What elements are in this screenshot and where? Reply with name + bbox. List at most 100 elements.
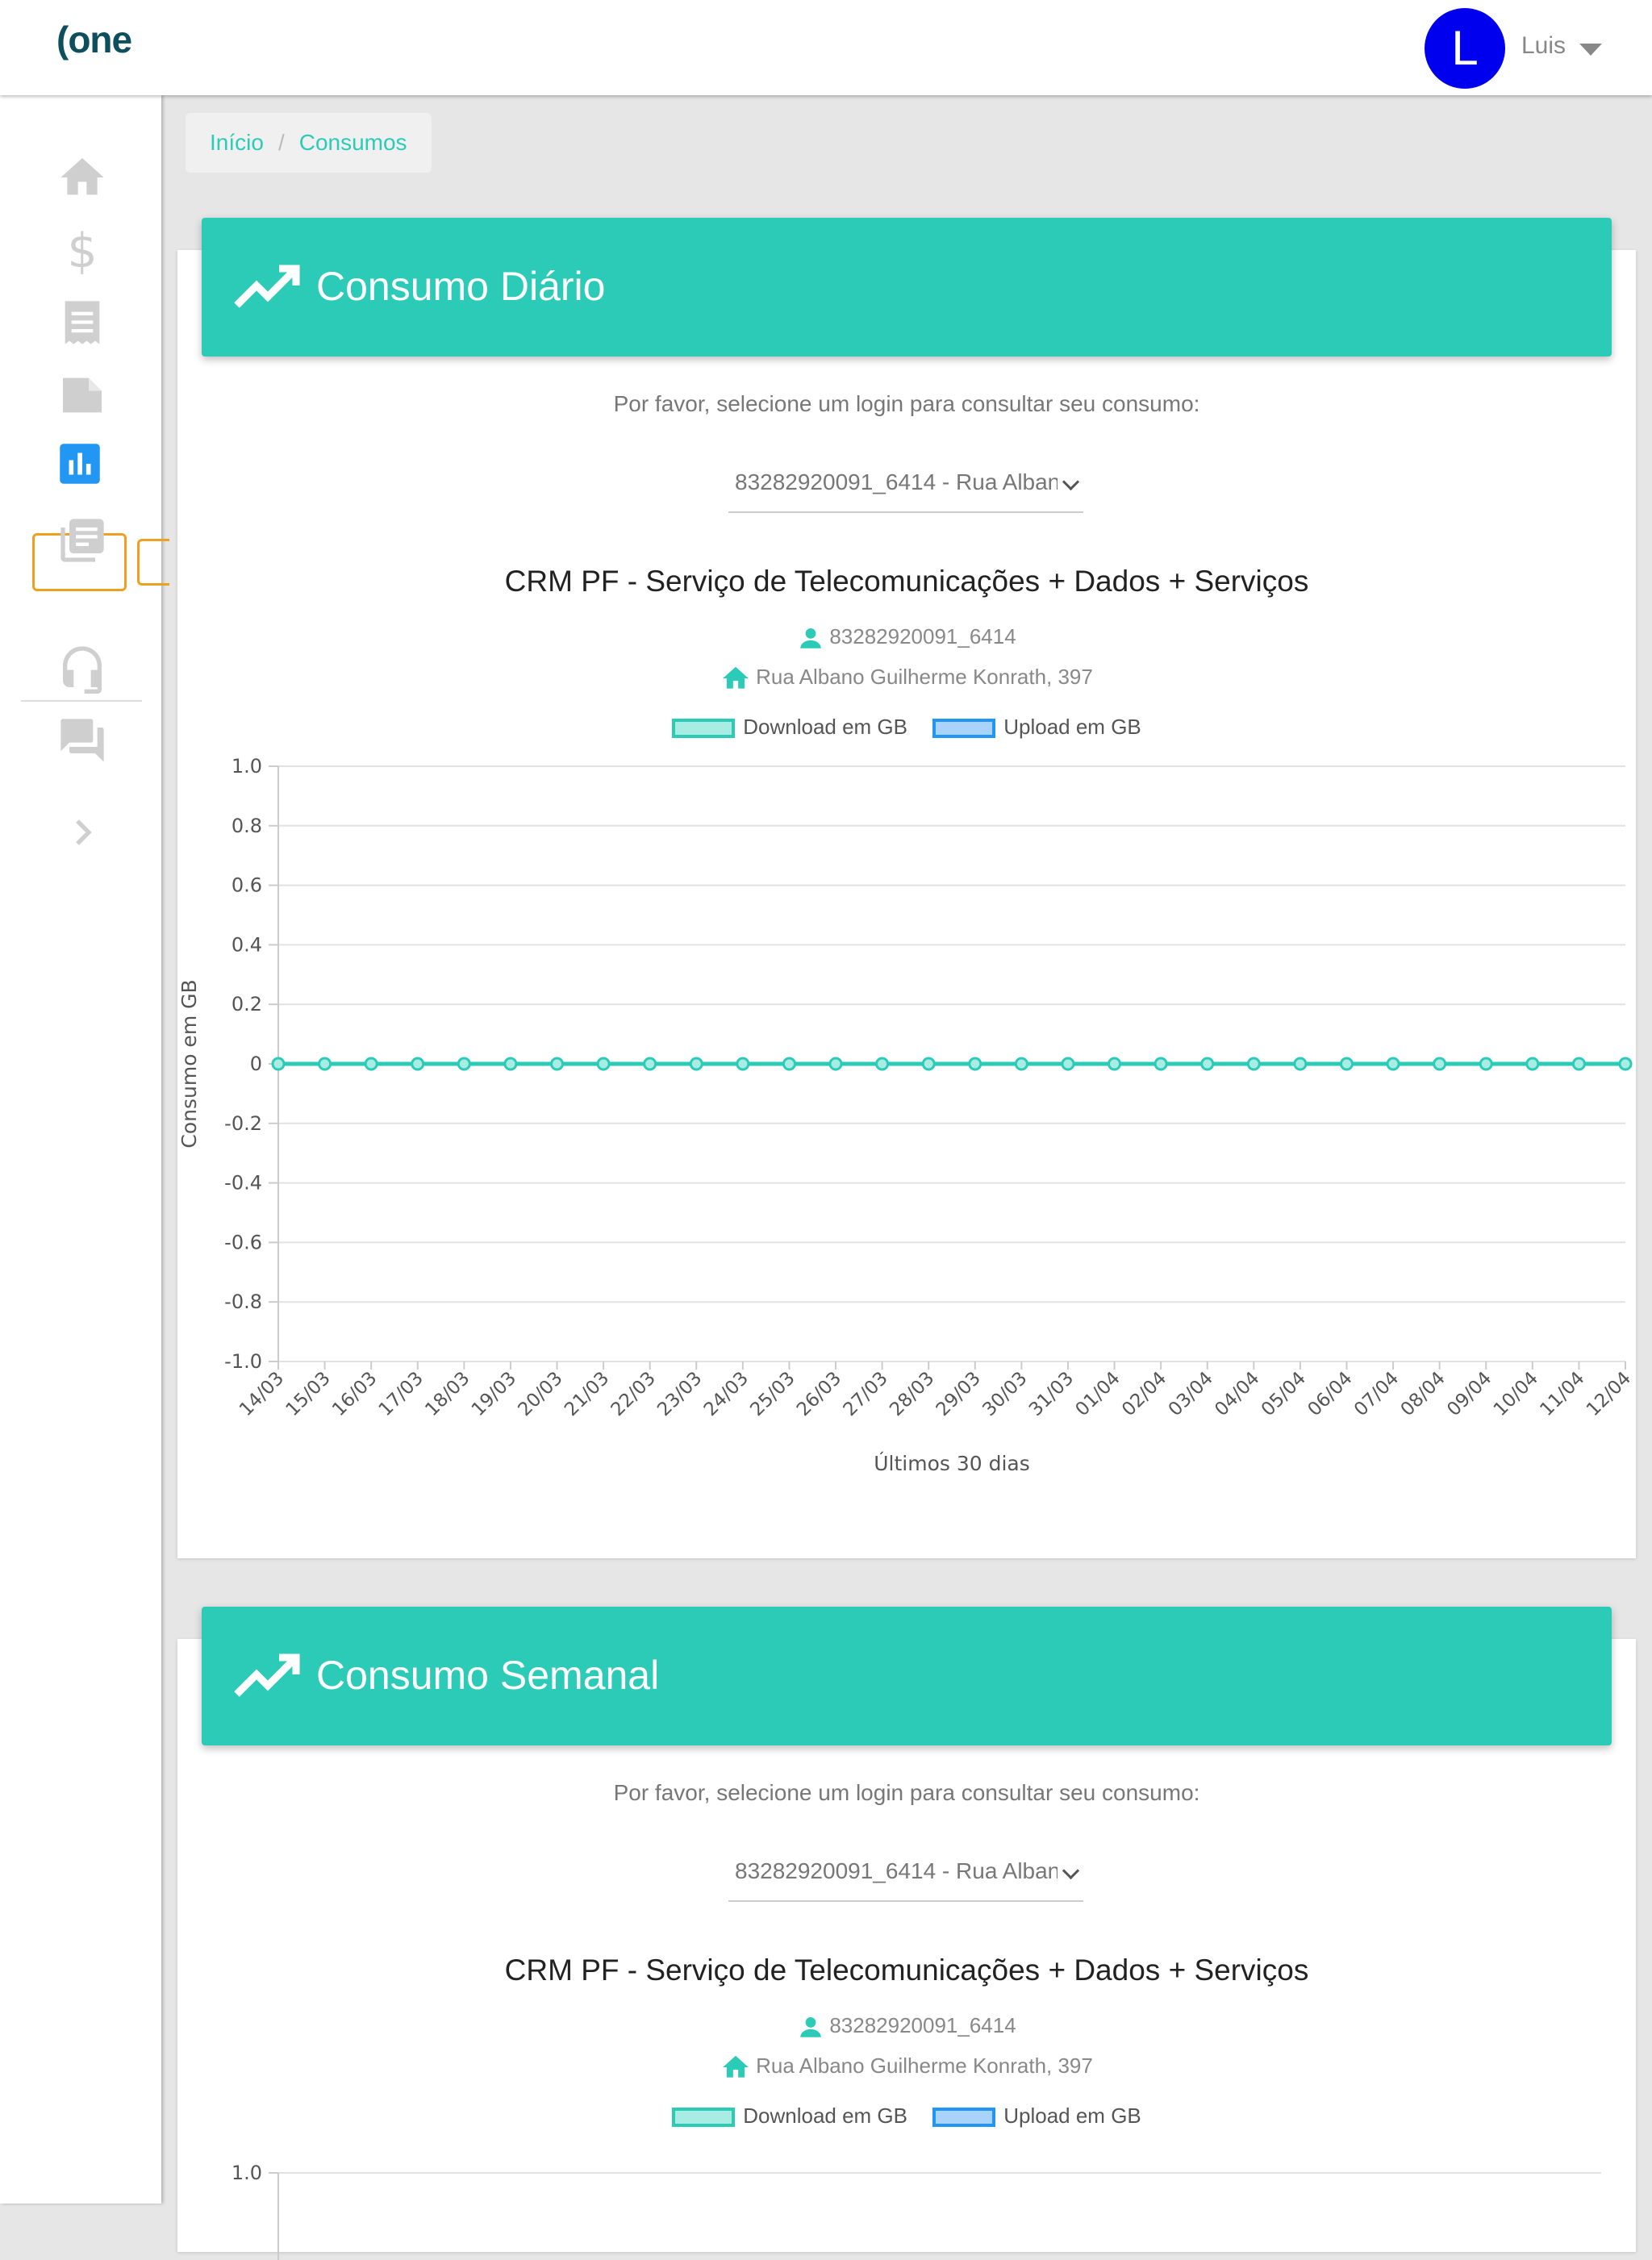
x-tick-label: 31/03 [1025,1368,1078,1420]
data-point [411,1057,425,1071]
x-tick-label: 18/03 [421,1368,473,1420]
chevron-down-icon [1062,473,1080,491]
x-tick-label: 24/03 [700,1368,753,1420]
user-name[interactable]: Luis [1521,32,1566,60]
y-tick-label: 1.0 [232,2162,262,2184]
y-tick-label: -0.8 [224,1291,262,1313]
chevron-right-icon[interactable] [56,813,108,852]
data-point [596,1057,611,1071]
trending-up-icon [234,265,300,308]
data-point [1386,1057,1400,1071]
trending-up-icon [234,1653,300,1697]
chart-title: CRM PF - Serviço de Telecomunicações + D… [504,1954,1309,1987]
legend-swatch [672,2108,736,2128]
data-point [1339,1057,1354,1071]
data-point [1525,1057,1540,1071]
x-tick-label: 16/03 [328,1368,381,1420]
x-tick-label: 09/04 [1443,1368,1496,1420]
person-icon [800,2017,822,2037]
data-point [1061,1057,1075,1071]
address: Rua Albano Guilherme Konrath, 397 [756,2053,1093,2078]
home-icon[interactable] [56,152,108,203]
x-tick-label: 19/03 [468,1368,520,1420]
headset-icon[interactable] [56,642,108,694]
chevron-down-icon [1062,1862,1080,1880]
data-point [1618,1057,1633,1071]
data-point [1479,1057,1493,1071]
daily-consumption-card: Consumo Diário Por favor, selecione um l… [177,218,1636,1558]
data-point [875,1057,890,1071]
data-point [1014,1057,1028,1071]
data-point [689,1057,703,1071]
data-point [1293,1057,1308,1071]
data-point [1571,1057,1586,1071]
x-tick-label: 29/03 [932,1368,985,1420]
logo[interactable]: (one [56,18,132,61]
x-tick-label: 20/03 [514,1368,566,1420]
x-tick-label: 27/03 [840,1368,892,1420]
library-icon[interactable] [56,515,108,566]
top-bar: (one L Luis [0,0,1652,95]
legend-label: Upload em GB [1003,2104,1141,2128]
x-tick-label: 08/04 [1397,1368,1450,1420]
sidebar-divider [21,700,142,702]
x-tick-label: 11/04 [1536,1368,1588,1420]
x-tick-label: 26/03 [793,1368,845,1420]
data-point [643,1057,657,1071]
y-tick-label: -1.0 [224,1350,262,1373]
x-tick-label: 23/03 [653,1368,706,1420]
data-point [921,1057,936,1071]
x-tick-label: 10/04 [1490,1368,1542,1420]
data-point [782,1057,796,1071]
y-tick-label: -0.2 [224,1112,262,1135]
y-tick-label: 1.0 [232,755,262,778]
weekly-card-header: Consumo Semanal [202,1607,1612,1745]
receipt-icon[interactable] [56,297,108,348]
x-tick-label: 21/03 [561,1368,613,1420]
home-icon [723,2055,749,2078]
x-axis-title: Últimos 30 dias [874,1451,1030,1475]
data-point [1108,1057,1122,1071]
x-tick-label: 01/04 [1072,1368,1124,1420]
dollar-icon[interactable]: $ [56,224,108,276]
svg-text:$: $ [67,224,97,276]
chart-legend: Download em GB Upload em GB [177,2104,1636,2129]
chevron-down-icon[interactable] [1579,44,1602,56]
daily-card-header: Consumo Diário [202,218,1612,357]
weekly-chart: 1.0 [232,2162,1601,2260]
data-point [828,1057,843,1071]
breadcrumb: Início / Consumos [186,113,432,173]
data-point [503,1057,518,1071]
daily-card-title: Consumo Diário [316,264,606,309]
y-tick-label: -0.4 [224,1172,262,1195]
x-tick-label: 07/04 [1350,1368,1403,1420]
y-tick-label: 0.2 [232,993,262,1015]
data-point [550,1057,565,1071]
chat-icon[interactable] [56,715,108,766]
y-axis-title: Consumo em GB [177,979,201,1148]
x-tick-label: 05/04 [1258,1368,1310,1420]
breadcrumb-separator: / [277,130,285,155]
legend-upload[interactable]: Upload em GB [932,2104,1141,2129]
avatar[interactable]: L [1425,8,1505,89]
breadcrumb-home-link[interactable]: Início [210,130,264,156]
x-tick-label: 03/04 [1165,1368,1217,1420]
legend-label: Download em GB [743,2104,907,2128]
y-tick-label: 0.4 [232,933,262,956]
x-tick-label: 12/04 [1583,1368,1635,1420]
note-icon[interactable] [56,369,108,421]
daily-chart: 1.0 0.8 0.6 0.4 0.2 0 -0.2 -0.4 -0.6 -0.8 -1.014/0… [177,755,1635,1475]
login-id: 83282920091_6414 [829,2013,1016,2037]
address-info: Rua Albano Guilherme Konrath, 397 [177,2052,1636,2083]
data-point [318,1057,332,1071]
login-select[interactable]: 83282920091_6414 - Rua Albano Guilherme … [728,1850,1083,1902]
legend-download[interactable]: Download em GB [672,2104,907,2129]
bar-chart-icon[interactable] [58,442,102,486]
x-tick-label: 22/03 [607,1368,660,1420]
breadcrumb-current-link[interactable]: Consumos [299,130,407,156]
y-tick-label: 0 [250,1053,262,1075]
x-tick-label: 30/03 [978,1368,1031,1420]
data-point [1200,1057,1215,1071]
x-tick-label: 17/03 [375,1368,428,1420]
data-point [457,1057,471,1071]
